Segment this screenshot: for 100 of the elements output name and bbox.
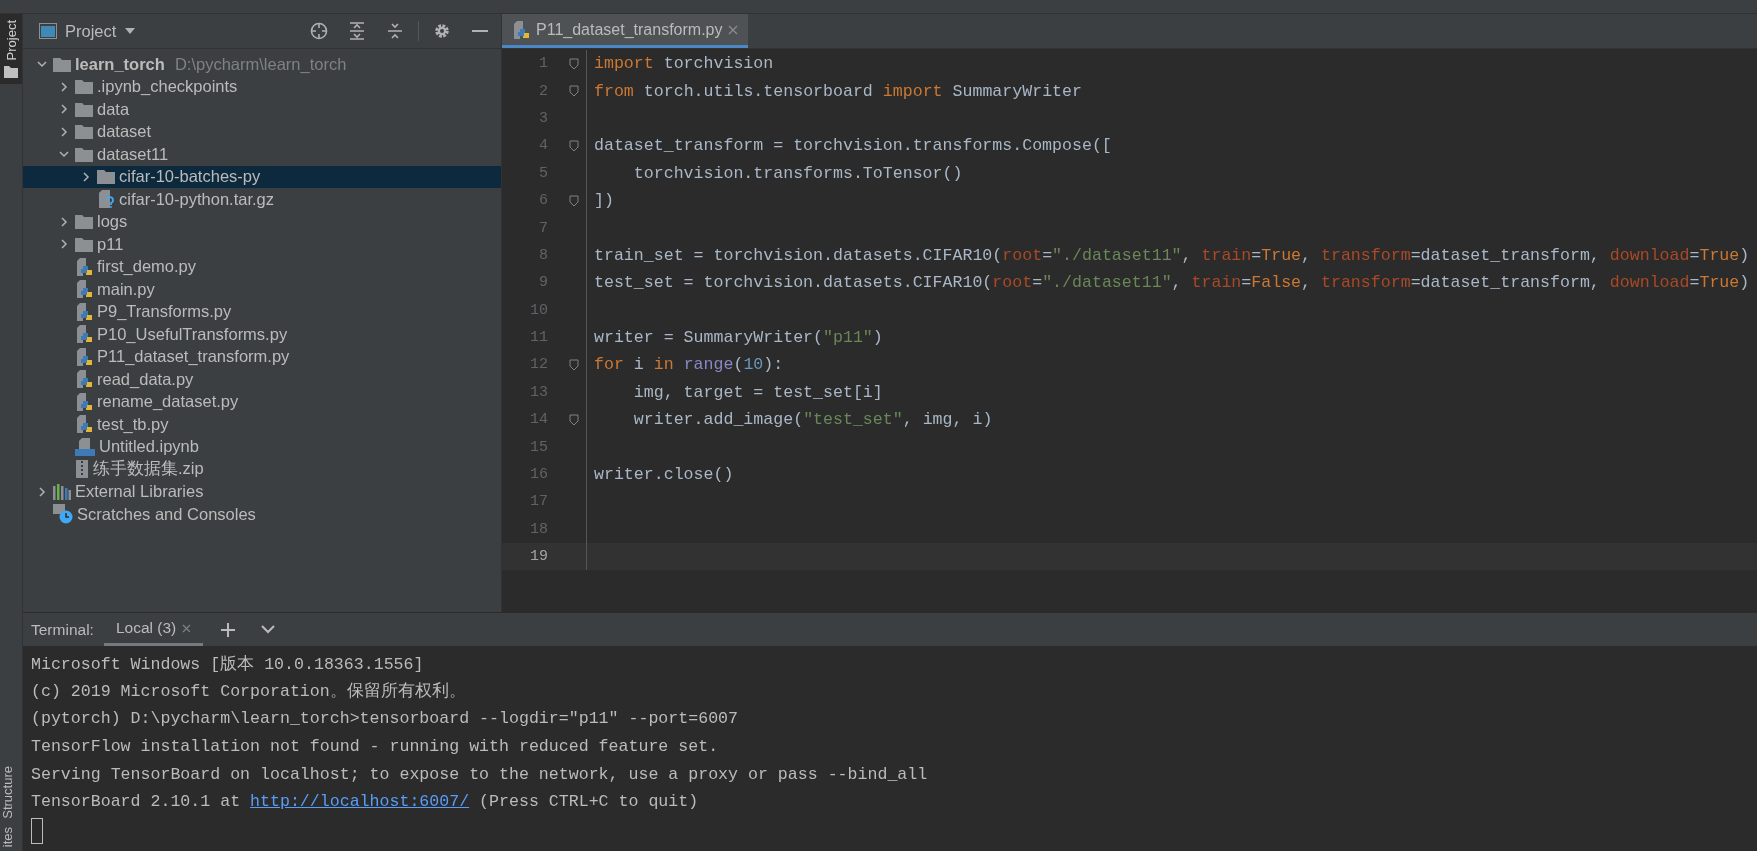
fold-marker-icon[interactable] bbox=[569, 413, 579, 426]
dropdown-caret-icon[interactable] bbox=[124, 27, 137, 35]
tree-item[interactable]: rename_dataset.py bbox=[23, 390, 501, 413]
line-number: 17 bbox=[529, 493, 549, 511]
line-number: 7 bbox=[538, 219, 549, 237]
tree-item[interactable]: Untitled.ipynb bbox=[23, 435, 501, 458]
item-label: test_tb.py bbox=[97, 414, 169, 434]
item-label: logs bbox=[97, 212, 128, 232]
tree-item[interactable]: test_tb.py bbox=[23, 413, 501, 436]
chevron-down-icon[interactable] bbox=[37, 59, 47, 70]
close-icon[interactable] bbox=[182, 623, 192, 633]
tree-item[interactable]: dataset bbox=[23, 120, 501, 143]
chevron-right-icon[interactable] bbox=[59, 239, 69, 250]
code-line: writer.close() bbox=[594, 465, 734, 485]
tree-item[interactable]: External Libraries bbox=[23, 480, 501, 503]
chevron-down-icon[interactable] bbox=[59, 149, 69, 160]
tree-item[interactable]: Scratches and Consoles bbox=[23, 503, 501, 526]
fold-marker-icon[interactable] bbox=[569, 85, 579, 98]
line-number: 4 bbox=[538, 137, 549, 155]
code-line: img, target = test_set[i] bbox=[632, 382, 883, 402]
collapse-all-icon[interactable] bbox=[387, 22, 403, 40]
chevron-down-icon[interactable] bbox=[261, 625, 276, 634]
tree-item[interactable]: P11_dataset_transform.py bbox=[23, 345, 501, 368]
python-file-icon bbox=[75, 415, 93, 434]
tree-item[interactable]: 练手数据集.zip bbox=[23, 458, 501, 481]
code-line: dataset_transform = torchvision.transforms.Compose([ bbox=[594, 136, 1112, 156]
tree-item[interactable]: learn_torch D:\pycharm\learn_torch bbox=[23, 53, 501, 76]
tree-item[interactable]: p11 bbox=[23, 233, 501, 256]
tree-item[interactable]: P10_UsefulTransforms.py bbox=[23, 323, 501, 346]
localhost-link[interactable]: http://localhost:6007/ bbox=[250, 792, 470, 812]
code-line: import torchvision bbox=[594, 54, 774, 74]
chevron-right-icon[interactable] bbox=[37, 486, 47, 497]
chevron-right-icon[interactable] bbox=[59, 104, 69, 115]
plus-icon[interactable] bbox=[221, 622, 236, 637]
tab-label: Local (3) bbox=[115, 619, 177, 637]
tab-label: P11_dataset_transform.py bbox=[536, 20, 723, 39]
chevron-right-icon[interactable] bbox=[81, 171, 91, 182]
item-label: first_demo.py bbox=[97, 257, 197, 277]
code-line: test_set = torchvision.datasets.CIFAR10(root="./dataset11", train=False, transform=dataset_transform, download=True) bbox=[594, 273, 1750, 293]
locate-icon[interactable] bbox=[310, 22, 328, 40]
tree-item[interactable]: .ipynb_checkpoints bbox=[23, 75, 501, 98]
panel-icon bbox=[39, 23, 57, 39]
item-label: cifar-10-batches-py bbox=[119, 167, 261, 187]
folder-icon bbox=[75, 79, 93, 95]
tree-item[interactable]: dataset11 bbox=[23, 143, 501, 166]
tree-item[interactable]: cifar-10-python.tar.gz bbox=[23, 188, 501, 211]
line-number: 8 bbox=[538, 246, 549, 264]
panel-title[interactable]: Project bbox=[65, 21, 117, 41]
minimize-icon[interactable] bbox=[472, 29, 488, 33]
line-number: 19 bbox=[529, 548, 549, 566]
item-label: read_data.py bbox=[97, 369, 194, 389]
folder-icon bbox=[75, 214, 93, 230]
chevron-right-icon[interactable] bbox=[59, 126, 69, 137]
tree-item[interactable]: data bbox=[23, 98, 501, 121]
settings-icon[interactable] bbox=[433, 22, 451, 40]
line-number: 16 bbox=[529, 466, 549, 484]
python-file-icon bbox=[75, 257, 93, 276]
fold-marker-icon[interactable] bbox=[569, 194, 579, 207]
terminal-text: (Press CTRL+C to quit) bbox=[478, 792, 699, 812]
python-file-icon bbox=[75, 392, 93, 411]
fold-marker-icon[interactable] bbox=[569, 359, 579, 371]
tree-item[interactable]: read_data.py bbox=[23, 368, 501, 391]
tool-window-tab[interactable]: Structure bbox=[0, 762, 15, 823]
terminal-tab[interactable]: Local (3) bbox=[103, 613, 204, 646]
item-label: cifar-10-python.tar.gz bbox=[119, 189, 274, 209]
line-number: 14 bbox=[529, 411, 549, 429]
editor-tab[interactable]: P11_dataset_transform.py bbox=[502, 14, 749, 48]
tree-item[interactable]: cifar-10-batches-py bbox=[23, 165, 501, 188]
folder-icon bbox=[4, 66, 18, 79]
item-label: P9_Transforms.py bbox=[97, 302, 232, 322]
tree-item[interactable]: P9_Transforms.py bbox=[23, 300, 501, 323]
tree-item[interactable]: logs bbox=[23, 210, 501, 233]
terminal-line: (pytorch) D:\pycharm\learn_torch>tensorboard --logdir="p11" --port=6007 bbox=[31, 709, 738, 729]
folder-icon bbox=[97, 169, 115, 185]
project-path: D:\pycharm\learn_torch bbox=[174, 54, 347, 74]
line-number: 13 bbox=[529, 383, 549, 401]
python-file-icon bbox=[75, 370, 93, 389]
tree-item[interactable]: first_demo.py bbox=[23, 255, 501, 278]
tree-item[interactable]: main.py bbox=[23, 278, 501, 301]
folder-icon bbox=[75, 101, 93, 117]
item-label: rename_dataset.py bbox=[97, 392, 239, 412]
expand-all-icon[interactable] bbox=[349, 22, 365, 40]
archive-file-icon bbox=[75, 460, 89, 479]
folder-icon bbox=[75, 146, 93, 162]
chevron-right-icon[interactable] bbox=[59, 81, 69, 92]
line-number: 2 bbox=[538, 82, 549, 100]
line-number: 5 bbox=[538, 164, 549, 182]
tool-window-tab[interactable]: Project bbox=[0, 14, 22, 85]
tool-window-tab[interactable]: ites bbox=[0, 822, 15, 851]
terminal-line: Microsoft Windows [版本 10.0.18363.1556] bbox=[31, 653, 424, 675]
python-file-icon bbox=[512, 20, 530, 39]
item-label: External Libraries bbox=[75, 482, 204, 502]
code-line: writer.add_image("test_set", img, i) bbox=[632, 410, 993, 430]
folder-icon bbox=[53, 56, 71, 72]
fold-marker-icon[interactable] bbox=[569, 139, 579, 152]
item-label: main.py bbox=[97, 279, 155, 299]
fold-marker-icon[interactable] bbox=[569, 57, 579, 70]
terminal-text: TensorBoard 2.10.1 at bbox=[31, 792, 242, 812]
notebook-file-icon bbox=[75, 437, 95, 456]
chevron-right-icon[interactable] bbox=[59, 216, 69, 227]
